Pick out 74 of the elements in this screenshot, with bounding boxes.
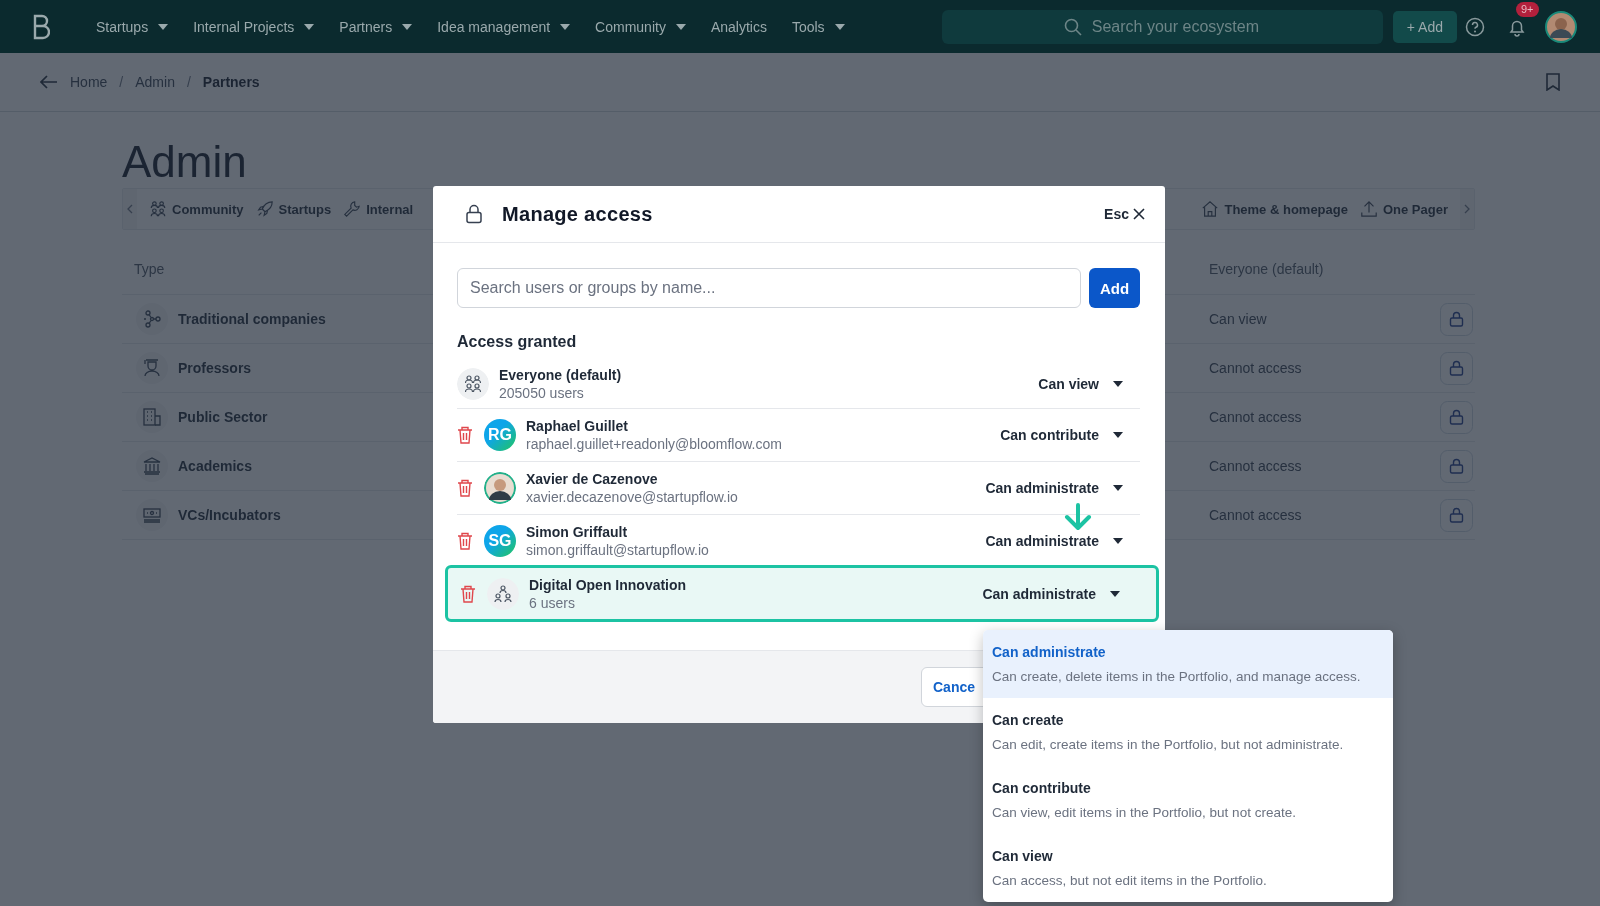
entry-name: Everyone (default) (499, 365, 622, 384)
trash-icon[interactable] (460, 584, 476, 603)
role-dropdown[interactable]: Can administrate (985, 533, 1140, 549)
role-option[interactable]: Can contribute Can view, edit items in the Portfolio, but not create. (983, 766, 1393, 834)
entry-name: Digital Open Innovation (529, 575, 687, 594)
entry-detail: xavier.decazenove@startupflow.io (526, 488, 738, 506)
logo-icon[interactable] (32, 13, 50, 40)
entry-name: Raphael Guillet (526, 417, 629, 435)
search-field[interactable]: Search users or groups by name... (457, 268, 1081, 308)
option-title: Can create (992, 712, 1065, 728)
option-title: Can administrate (992, 644, 1107, 660)
caret-icon (1113, 485, 1123, 491)
search-field[interactable]: Search your ecosystem (941, 9, 1383, 44)
table-cell: Can view (1209, 311, 1267, 327)
initials-avatar: SG (484, 525, 516, 557)
lock-icon (466, 204, 482, 224)
initials-avatar: RG (484, 419, 516, 451)
entry-detail: 205050 users (499, 383, 585, 402)
page-title: Admin (122, 136, 248, 188)
role-dropdown[interactable]: Can view (1038, 375, 1140, 392)
close-button[interactable]: Esc (1104, 206, 1145, 222)
entry-detail: 6 users (529, 593, 576, 612)
table-cell: Cannot access (1209, 507, 1302, 523)
annotation-arrow (1063, 503, 1093, 531)
option-description: Can edit, create items in the Portfolio, but not administrate. (992, 737, 1345, 752)
add-button[interactable]: Add (1089, 268, 1140, 308)
role-dropdown[interactable]: Can administrate (982, 585, 1137, 602)
entry-detail: raphael.guillet+readonly@bloomflow.com (526, 435, 782, 453)
option-description: Can view, edit items in the Portfolio, but not create. (992, 805, 1297, 820)
option-title: Can contribute (992, 780, 1092, 796)
nav-menu-item[interactable]: Partners (339, 18, 413, 35)
caret-icon (1113, 538, 1123, 544)
entry-name: Simon Griffault (526, 523, 629, 541)
option-title: Can view (992, 848, 1054, 864)
trash-icon[interactable] (457, 426, 473, 444)
team-avatar (487, 577, 519, 610)
table-cell: VCs/Incubators (178, 507, 281, 523)
entry-detail: simon.griffault@startupflow.io (526, 541, 709, 559)
section-heading: Access granted (457, 333, 578, 351)
table-cell: Cannot access (1209, 458, 1302, 474)
caret-icon (1113, 432, 1123, 438)
caret-icon (1110, 590, 1120, 597)
person-avatar (484, 472, 516, 504)
caret-icon (1113, 380, 1123, 387)
trash-icon[interactable] (457, 479, 473, 497)
notification-badge: 9+ (1516, 1, 1539, 17)
dialog-title: Manage access (502, 202, 653, 226)
table-cell: Traditional companies (178, 311, 326, 327)
add-button[interactable]: + Add (1392, 10, 1457, 43)
user-avatar[interactable] (1545, 10, 1577, 43)
nav-menu-item[interactable]: Analytics (710, 18, 767, 35)
entry-name: Xavier de Cazenove (526, 470, 659, 488)
breadcrumb-separator: / (186, 74, 191, 90)
nav-menu-item[interactable]: Idea management (437, 18, 571, 35)
role-option[interactable]: Can view Can access, but not edit items in the Portfolio. (983, 834, 1393, 902)
table-cell: Public Sector (178, 409, 268, 425)
table-cell: Academics (178, 458, 252, 474)
close-icon (1133, 208, 1145, 220)
option-description: Can access, but not edit items in the Portfolio. (992, 873, 1268, 888)
nav-menu-item[interactable]: Internal Projects (193, 18, 315, 35)
table-cell: Cannot access (1209, 409, 1302, 425)
nav-menu-item[interactable]: Tools (791, 18, 845, 35)
role-dropdown[interactable]: Can administrate (985, 480, 1140, 496)
help-icon[interactable] (1465, 16, 1485, 37)
table-cell: Cannot access (1209, 360, 1302, 376)
table-cell: Professors (178, 360, 252, 376)
search-icon (1063, 17, 1082, 36)
nav-menu-item[interactable]: Community (595, 18, 686, 35)
group-avatar (457, 367, 489, 400)
breadcrumb-separator: / (119, 74, 124, 90)
role-dropdown[interactable]: Can contribute (1000, 427, 1140, 443)
trash-icon[interactable] (457, 532, 473, 550)
role-option[interactable]: Can administrate Can create, delete items in the Portfolio, and manage access. (983, 630, 1393, 698)
nav-menu-item[interactable]: Startups (96, 18, 169, 35)
